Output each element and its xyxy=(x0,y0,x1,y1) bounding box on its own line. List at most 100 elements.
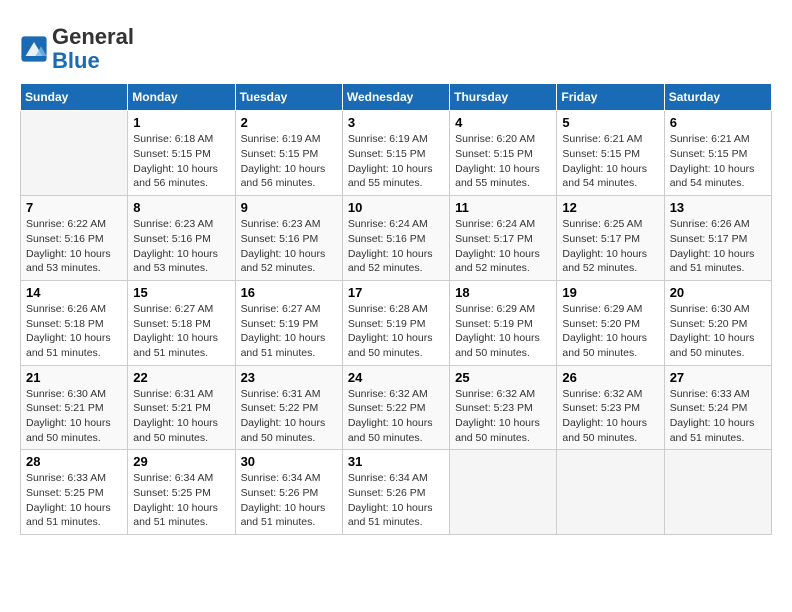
day-number: 1 xyxy=(133,115,229,130)
day-number: 13 xyxy=(670,200,766,215)
day-number: 28 xyxy=(26,454,122,469)
day-number: 15 xyxy=(133,285,229,300)
logo: GeneralBlue xyxy=(20,25,134,73)
day-info: Sunrise: 6:18 AMSunset: 5:15 PMDaylight:… xyxy=(133,132,229,191)
day-number: 17 xyxy=(348,285,444,300)
calendar-week-row: 1 Sunrise: 6:18 AMSunset: 5:15 PMDaylight… xyxy=(21,111,772,196)
day-info: Sunrise: 6:26 AMSunset: 5:18 PMDaylight:… xyxy=(26,302,122,361)
logo-icon xyxy=(20,35,48,63)
day-number: 31 xyxy=(348,454,444,469)
calendar-week-row: 14 Sunrise: 6:26 AMSunset: 5:18 PMDayligh… xyxy=(21,280,772,365)
day-number: 6 xyxy=(670,115,766,130)
day-number: 19 xyxy=(562,285,658,300)
day-info: Sunrise: 6:23 AMSunset: 5:16 PMDaylight:… xyxy=(241,217,337,276)
day-number: 25 xyxy=(455,370,551,385)
weekday-header-friday: Friday xyxy=(557,84,664,111)
day-info: Sunrise: 6:30 AMSunset: 5:20 PMDaylight:… xyxy=(670,302,766,361)
calendar-week-row: 7 Sunrise: 6:22 AMSunset: 5:16 PMDaylight… xyxy=(21,196,772,281)
day-info: Sunrise: 6:19 AMSunset: 5:15 PMDaylight:… xyxy=(241,132,337,191)
calendar-cell: 12 Sunrise: 6:25 AMSunset: 5:17 PMDayligh… xyxy=(557,196,664,281)
day-info: Sunrise: 6:25 AMSunset: 5:17 PMDaylight:… xyxy=(562,217,658,276)
calendar-cell: 4Sunrise: 6:20 AMSunset: 5:15 PMDaylight… xyxy=(450,111,557,196)
day-number: 22 xyxy=(133,370,229,385)
calendar-cell xyxy=(450,450,557,535)
calendar-cell: 24 Sunrise: 6:32 AMSunset: 5:22 PMDayligh… xyxy=(342,365,449,450)
calendar-cell: 9 Sunrise: 6:23 AMSunset: 5:16 PMDaylight… xyxy=(235,196,342,281)
day-number: 21 xyxy=(26,370,122,385)
calendar-cell: 25 Sunrise: 6:32 AMSunset: 5:23 PMDayligh… xyxy=(450,365,557,450)
day-info: Sunrise: 6:29 AMSunset: 5:20 PMDaylight:… xyxy=(562,302,658,361)
calendar-cell xyxy=(21,111,128,196)
calendar-cell: 8Sunrise: 6:23 AMSunset: 5:16 PMDaylight… xyxy=(128,196,235,281)
day-info: Sunrise: 6:33 AMSunset: 5:24 PMDaylight:… xyxy=(670,387,766,446)
day-number: 5 xyxy=(562,115,658,130)
calendar-cell: 18 Sunrise: 6:29 AMSunset: 5:19 PMDayligh… xyxy=(450,280,557,365)
calendar-cell: 7 Sunrise: 6:22 AMSunset: 5:16 PMDaylight… xyxy=(21,196,128,281)
day-number: 29 xyxy=(133,454,229,469)
day-number: 24 xyxy=(348,370,444,385)
day-number: 7 xyxy=(26,200,122,215)
day-number: 2 xyxy=(241,115,337,130)
day-number: 27 xyxy=(670,370,766,385)
day-number: 16 xyxy=(241,285,337,300)
day-info: Sunrise: 6:23 AMSunset: 5:16 PMDaylight:… xyxy=(133,217,229,276)
calendar-cell: 16 Sunrise: 6:27 AMSunset: 5:19 PMDayligh… xyxy=(235,280,342,365)
day-info: Sunrise: 6:32 AMSunset: 5:23 PMDaylight:… xyxy=(562,387,658,446)
calendar-cell: 13 Sunrise: 6:26 AMSunset: 5:17 PMDayligh… xyxy=(664,196,771,281)
day-info: Sunrise: 6:32 AMSunset: 5:23 PMDaylight:… xyxy=(455,387,551,446)
calendar-cell: 30 Sunrise: 6:34 AMSunset: 5:26 PMDayligh… xyxy=(235,450,342,535)
calendar-table: SundayMondayTuesdayWednesdayThursdayFrid… xyxy=(20,83,772,535)
calendar-cell: 1 Sunrise: 6:18 AMSunset: 5:15 PMDaylight… xyxy=(128,111,235,196)
calendar-week-row: 21Sunrise: 6:30 AMSunset: 5:21 PMDayligh… xyxy=(21,365,772,450)
day-info: Sunrise: 6:22 AMSunset: 5:16 PMDaylight:… xyxy=(26,217,122,276)
day-info: Sunrise: 6:26 AMSunset: 5:17 PMDaylight:… xyxy=(670,217,766,276)
calendar-cell: 6 Sunrise: 6:21 AMSunset: 5:15 PMDaylight… xyxy=(664,111,771,196)
calendar-cell: 19 Sunrise: 6:29 AMSunset: 5:20 PMDayligh… xyxy=(557,280,664,365)
day-number: 18 xyxy=(455,285,551,300)
day-number: 14 xyxy=(26,285,122,300)
day-info: Sunrise: 6:33 AMSunset: 5:25 PMDaylight:… xyxy=(26,471,122,530)
day-info: Sunrise: 6:31 AMSunset: 5:22 PMDaylight:… xyxy=(241,387,337,446)
logo-text: GeneralBlue xyxy=(52,25,134,73)
calendar-cell: 22Sunrise: 6:31 AMSunset: 5:21 PMDayligh… xyxy=(128,365,235,450)
page-header: GeneralBlue xyxy=(20,20,772,73)
day-info: Sunrise: 6:27 AMSunset: 5:19 PMDaylight:… xyxy=(241,302,337,361)
calendar-cell: 11 Sunrise: 6:24 AMSunset: 5:17 PMDayligh… xyxy=(450,196,557,281)
calendar-cell: 31 Sunrise: 6:34 AMSunset: 5:26 PMDayligh… xyxy=(342,450,449,535)
day-info: Sunrise: 6:32 AMSunset: 5:22 PMDaylight:… xyxy=(348,387,444,446)
day-number: 11 xyxy=(455,200,551,215)
calendar-cell: 2 Sunrise: 6:19 AMSunset: 5:15 PMDaylight… xyxy=(235,111,342,196)
day-info: Sunrise: 6:34 AMSunset: 5:26 PMDaylight:… xyxy=(241,471,337,530)
day-info: Sunrise: 6:20 AMSunset: 5:15 PMDaylight:… xyxy=(455,132,551,191)
day-info: Sunrise: 6:28 AMSunset: 5:19 PMDaylight:… xyxy=(348,302,444,361)
calendar-cell: 15 Sunrise: 6:27 AMSunset: 5:18 PMDayligh… xyxy=(128,280,235,365)
calendar-cell: 27 Sunrise: 6:33 AMSunset: 5:24 PMDayligh… xyxy=(664,365,771,450)
calendar-cell: 17 Sunrise: 6:28 AMSunset: 5:19 PMDayligh… xyxy=(342,280,449,365)
calendar-cell: 3Sunrise: 6:19 AMSunset: 5:15 PMDaylight… xyxy=(342,111,449,196)
calendar-cell xyxy=(557,450,664,535)
day-info: Sunrise: 6:24 AMSunset: 5:17 PMDaylight:… xyxy=(455,217,551,276)
day-number: 23 xyxy=(241,370,337,385)
day-info: Sunrise: 6:27 AMSunset: 5:18 PMDaylight:… xyxy=(133,302,229,361)
calendar-cell: 23 Sunrise: 6:31 AMSunset: 5:22 PMDayligh… xyxy=(235,365,342,450)
day-number: 12 xyxy=(562,200,658,215)
weekday-header-monday: Monday xyxy=(128,84,235,111)
day-info: Sunrise: 6:34 AMSunset: 5:26 PMDaylight:… xyxy=(348,471,444,530)
day-info: Sunrise: 6:21 AMSunset: 5:15 PMDaylight:… xyxy=(670,132,766,191)
day-number: 3 xyxy=(348,115,444,130)
calendar-cell xyxy=(664,450,771,535)
calendar-cell: 21Sunrise: 6:30 AMSunset: 5:21 PMDayligh… xyxy=(21,365,128,450)
day-number: 30 xyxy=(241,454,337,469)
day-number: 9 xyxy=(241,200,337,215)
calendar-cell: 14 Sunrise: 6:26 AMSunset: 5:18 PMDayligh… xyxy=(21,280,128,365)
day-number: 20 xyxy=(670,285,766,300)
calendar-week-row: 28 Sunrise: 6:33 AMSunset: 5:25 PMDayligh… xyxy=(21,450,772,535)
calendar-cell: 29 Sunrise: 6:34 AMSunset: 5:25 PMDayligh… xyxy=(128,450,235,535)
weekday-header-wednesday: Wednesday xyxy=(342,84,449,111)
calendar-cell: 20 Sunrise: 6:30 AMSunset: 5:20 PMDayligh… xyxy=(664,280,771,365)
day-info: Sunrise: 6:29 AMSunset: 5:19 PMDaylight:… xyxy=(455,302,551,361)
calendar-cell: 10Sunrise: 6:24 AMSunset: 5:16 PMDayligh… xyxy=(342,196,449,281)
calendar-cell: 26Sunrise: 6:32 AMSunset: 5:23 PMDayligh… xyxy=(557,365,664,450)
day-info: Sunrise: 6:34 AMSunset: 5:25 PMDaylight:… xyxy=(133,471,229,530)
calendar-cell: 28 Sunrise: 6:33 AMSunset: 5:25 PMDayligh… xyxy=(21,450,128,535)
